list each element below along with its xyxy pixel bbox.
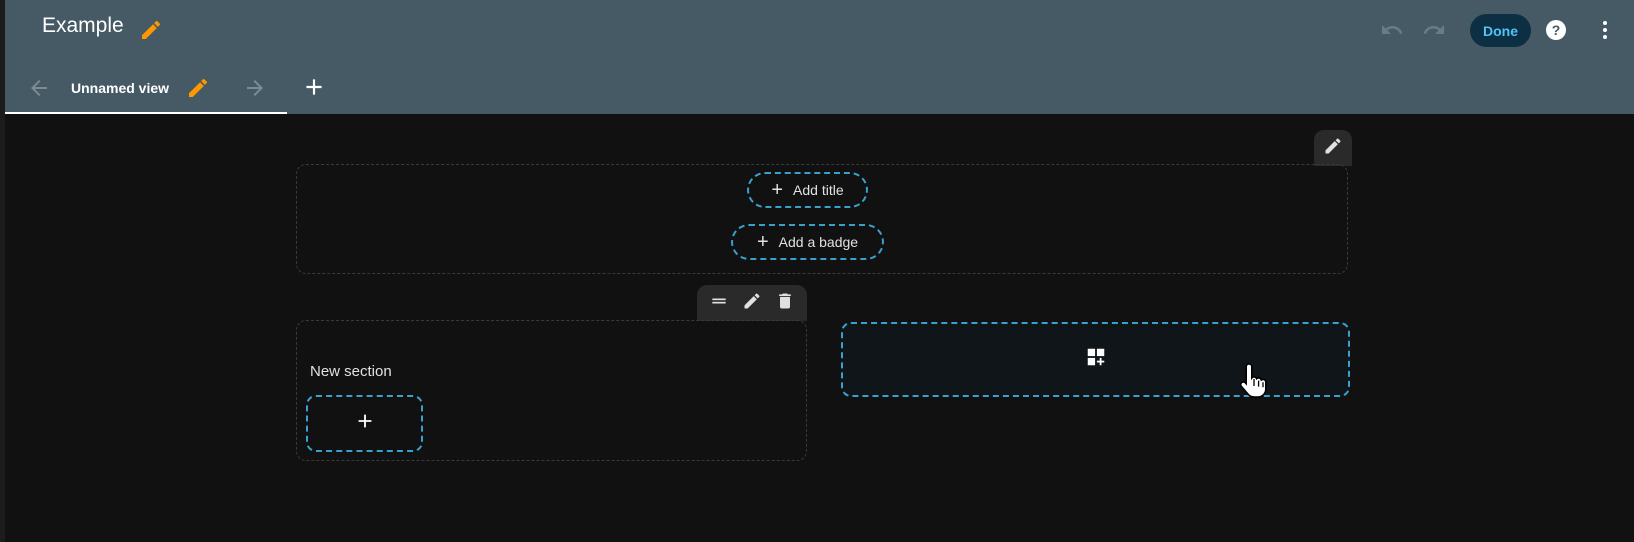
trash-icon[interactable] <box>775 291 795 316</box>
section-title: New section <box>310 363 392 380</box>
add-badge-label: Add a badge <box>778 234 859 250</box>
dashboard-add-icon <box>1085 346 1107 373</box>
pencil-icon[interactable] <box>186 76 210 100</box>
drag-handle-icon[interactable] <box>709 291 729 316</box>
done-button[interactable]: Done <box>1470 14 1531 47</box>
add-badge-button[interactable]: + Add a badge <box>731 224 884 260</box>
add-card-button[interactable] <box>306 395 423 452</box>
pencil-icon <box>1323 136 1343 161</box>
tab-label: Unnamed view <box>71 80 170 96</box>
add-title-label: Add title <box>793 182 844 198</box>
pencil-icon[interactable] <box>139 18 163 42</box>
arrow-right-icon[interactable] <box>243 76 267 100</box>
more-vertical-icon[interactable] <box>1587 12 1623 48</box>
add-title-button[interactable]: + Add title <box>747 172 868 208</box>
section-toolbar <box>697 285 807 321</box>
pencil-icon[interactable] <box>742 291 762 316</box>
view-tab-bar: Unnamed view <box>5 68 1634 114</box>
redo-icon[interactable] <box>1416 12 1452 48</box>
plus-icon[interactable] <box>301 74 327 100</box>
dashboard-title: Example <box>42 14 124 37</box>
help-icon[interactable]: ? <box>1538 12 1574 48</box>
edit-header-button[interactable] <box>1314 130 1352 166</box>
hand-pointer-icon <box>1235 360 1275 400</box>
plus-icon <box>354 410 376 437</box>
plus-icon: + <box>756 231 769 253</box>
plus-icon: + <box>771 179 784 201</box>
svg-text:?: ? <box>1552 22 1561 38</box>
undo-icon[interactable] <box>1374 12 1410 48</box>
